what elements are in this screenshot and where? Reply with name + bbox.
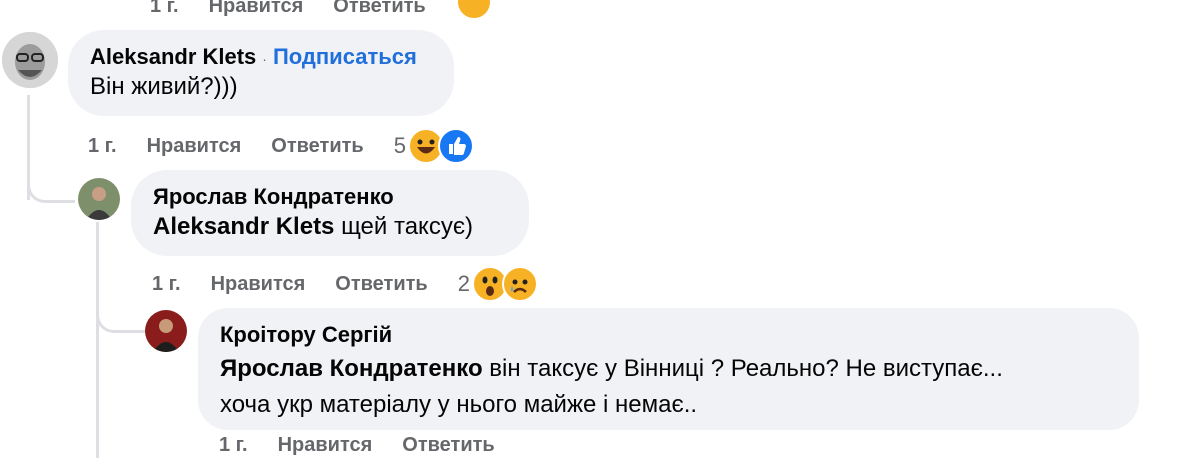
like-button[interactable]: Нравится [211, 273, 306, 296]
comment-text: Aleksandr Klets щей таксує) [153, 210, 473, 244]
time-label[interactable]: 1 г. [219, 434, 248, 457]
sad-icon [501, 266, 538, 302]
top-comment-actions: 1 г. Нравится Ответить [150, 0, 492, 24]
time-label[interactable]: 1 г. [150, 0, 179, 18]
reactions-count[interactable]: 5 [394, 133, 406, 159]
comment-author: Aleksandr Klets · Подписаться [90, 44, 417, 70]
comment-text-body: щей таксує) [334, 213, 474, 240]
time-label[interactable]: 1 г. [152, 273, 181, 296]
reply-button[interactable]: Ответить [271, 135, 363, 158]
separator-dot: · [262, 51, 267, 67]
avatar[interactable] [145, 310, 187, 352]
mention-link[interactable]: Aleksandr Klets [153, 213, 334, 240]
reply-button[interactable]: Ответить [333, 0, 425, 18]
thread-connector [27, 160, 75, 203]
comment-text: Він живий?))) [90, 73, 238, 100]
like-button[interactable]: Нравится [147, 135, 242, 158]
author-name[interactable]: Aleksandr Klets [90, 44, 256, 69]
comment-text: Ярослав Кондратенко він таксує у Вінниці… [220, 352, 1003, 386]
like-icon [437, 128, 474, 164]
reactions-count[interactable]: 2 [458, 271, 470, 297]
subscribe-button[interactable]: Подписаться [273, 44, 417, 69]
reply-button[interactable]: Ответить [335, 273, 427, 296]
reply-button[interactable]: Ответить [402, 434, 494, 457]
avatar[interactable] [78, 178, 120, 220]
thread-connector [96, 290, 145, 333]
comment-author[interactable]: Ярослав Кондратенко [153, 184, 394, 210]
mention-link[interactable]: Ярослав Кондратенко [220, 355, 483, 382]
time-label[interactable]: 1 г. [88, 135, 117, 158]
comment-text-line2: хоча укр матеріалу у нього майже і немає… [220, 391, 698, 418]
like-button[interactable]: Нравится [278, 434, 373, 457]
comment-actions: 1 г. Нравится Ответить 5 [88, 128, 474, 164]
avatar[interactable] [2, 32, 58, 88]
like-button[interactable]: Нравится [209, 0, 304, 18]
thread-line [96, 222, 99, 458]
comment-actions: 1 г. Нравится Ответить 2 [152, 266, 538, 302]
comment-actions: 1 г. Нравится Ответить [219, 434, 525, 457]
comment-author[interactable]: Кроітору Сергій [220, 322, 392, 348]
comment-text-body: він таксує у Вінниці ? Реально? Не висту… [482, 355, 1003, 382]
haha-icon [455, 0, 492, 20]
